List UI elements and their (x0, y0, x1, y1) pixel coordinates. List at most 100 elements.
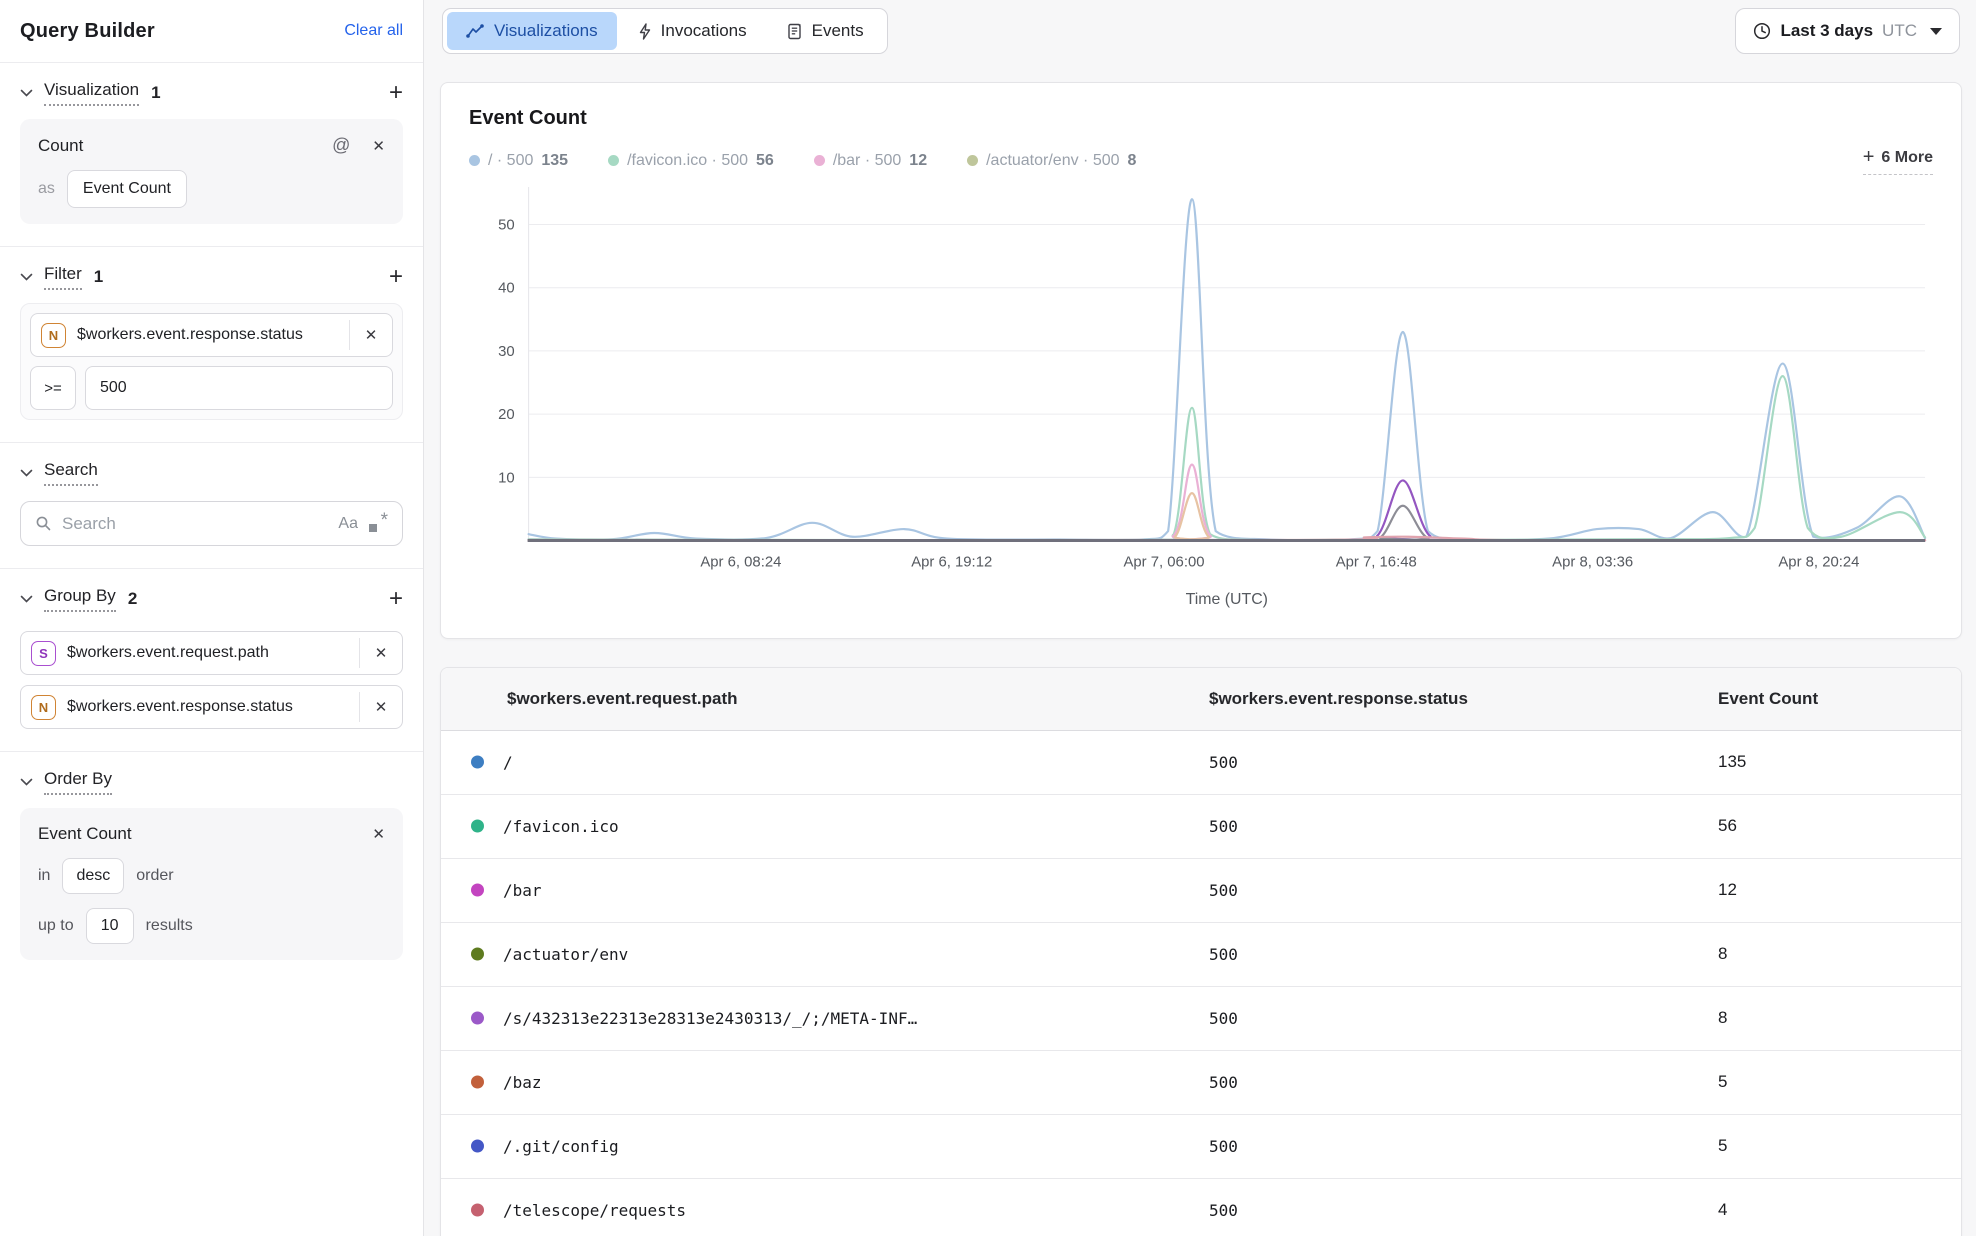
search-section-label[interactable]: Search (44, 460, 98, 486)
cell-request-path: /.git/config (441, 1137, 1209, 1156)
filter-section-label[interactable]: Filter (44, 264, 82, 290)
order-label: order (136, 867, 173, 885)
chart-title: Event Count (469, 107, 1933, 130)
table-row[interactable]: /favicon.ico50056 (441, 795, 1961, 859)
cell-response-status: 500 (1209, 817, 1718, 836)
match-case-icon[interactable]: Aa (338, 515, 358, 533)
table-row[interactable]: /bar50012 (441, 859, 1961, 923)
tab-events[interactable]: Events (768, 12, 883, 50)
lightning-icon (638, 23, 652, 40)
legend-item[interactable]: /actuator/env · 500 8 (967, 152, 1136, 170)
string-type-badge: S (31, 641, 56, 666)
in-label: in (38, 867, 50, 885)
chevron-down-icon[interactable] (20, 273, 34, 281)
clear-all-button[interactable]: Clear all (344, 22, 403, 40)
search-box: Aa * (20, 501, 403, 546)
visualization-alias-field[interactable]: Event Count (67, 170, 187, 208)
search-icon (35, 515, 52, 532)
svg-text:30: 30 (498, 344, 515, 360)
table-row[interactable]: /baz5005 (441, 1051, 1961, 1115)
series-color-dot (471, 1204, 484, 1217)
legend-dot (967, 155, 978, 166)
table-row[interactable]: /actuator/env5008 (441, 923, 1961, 987)
svg-text:40: 40 (498, 281, 515, 297)
series-color-dot (471, 1076, 484, 1089)
remove-group-by-icon[interactable]: ✕ (360, 698, 402, 716)
column-header-count: Event Count (1718, 689, 1961, 709)
svg-text:Apr 7, 16:48: Apr 7, 16:48 (1336, 554, 1417, 570)
search-section: Search Aa * (0, 443, 423, 569)
legend-dot (469, 155, 480, 166)
table-row[interactable]: /500135 (441, 731, 1961, 795)
trend-icon (466, 24, 485, 39)
filter-value-input[interactable] (85, 366, 393, 410)
chevron-down-icon[interactable] (20, 89, 34, 97)
order-direction-select[interactable]: desc (62, 858, 124, 894)
visualization-card: Count @ ✕ as Event Count (20, 119, 403, 224)
as-label: as (38, 180, 55, 198)
svg-text:Apr 8, 03:36: Apr 8, 03:36 (1552, 554, 1633, 570)
number-type-badge: N (31, 695, 56, 720)
add-filter-button[interactable]: + (389, 267, 403, 287)
cell-request-path: /s/432313e22313e28313e2430313/_/;/META-I… (441, 1009, 1209, 1028)
legend-more-button[interactable]: + 6 More (1863, 146, 1933, 175)
view-tabs: VisualizationsInvocationsEvents (442, 8, 888, 54)
at-icon[interactable]: @ (332, 135, 350, 156)
legend-item[interactable]: /favicon.ico · 500 56 (608, 152, 774, 170)
chevron-down-icon[interactable] (20, 778, 34, 786)
group-by-count: 2 (128, 589, 137, 609)
series-color-dot (471, 820, 484, 833)
order-by-section-label[interactable]: Order By (44, 769, 112, 795)
visualization-section: Visualization 1 + Count @ ✕ as Event Cou… (0, 63, 423, 247)
chevron-down-icon[interactable] (20, 595, 34, 603)
add-visualization-button[interactable]: + (389, 83, 403, 103)
tab-visualizations[interactable]: Visualizations (447, 12, 617, 50)
table-header: $workers.event.request.path $workers.eve… (441, 668, 1961, 731)
table-row[interactable]: /.git/config5005 (441, 1115, 1961, 1179)
filter-operator-select[interactable]: >= (30, 366, 76, 410)
visualization-function-label[interactable]: Count (38, 136, 83, 156)
number-type-badge: N (41, 323, 66, 348)
remove-visualization-icon[interactable]: ✕ (372, 137, 385, 155)
cell-response-status: 500 (1209, 753, 1718, 772)
filter-section: Filter 1 + N $workers.event.response.sta… (0, 247, 423, 443)
legend-dot (608, 155, 619, 166)
tab-invocations[interactable]: Invocations (619, 12, 766, 50)
group-by-field-row[interactable]: N$workers.event.response.status✕ (20, 685, 403, 729)
series-color-dot (471, 1012, 484, 1025)
remove-filter-icon[interactable]: ✕ (350, 326, 392, 344)
cell-response-status: 500 (1209, 1137, 1718, 1156)
filter-field-row[interactable]: N $workers.event.response.status ✕ (30, 313, 393, 357)
cell-request-path: /telescope/requests (441, 1201, 1209, 1220)
time-range-button[interactable]: Last 3 days UTC (1735, 8, 1960, 54)
svg-text:Apr 8, 20:24: Apr 8, 20:24 (1778, 554, 1859, 570)
legend-item[interactable]: /bar · 500 12 (814, 152, 927, 170)
time-range-label: Last 3 days (1780, 21, 1873, 41)
cell-event-count: 135 (1718, 752, 1961, 772)
search-input[interactable] (62, 514, 328, 534)
regex-icon[interactable]: * (368, 514, 388, 534)
remove-order-by-icon[interactable]: ✕ (372, 825, 385, 843)
results-label: results (146, 917, 193, 935)
cell-request-path: /baz (441, 1073, 1209, 1092)
group-by-field-name: $workers.event.request.path (67, 644, 359, 662)
limit-input[interactable] (86, 908, 134, 944)
visualization-section-label[interactable]: Visualization (44, 80, 139, 106)
legend-item[interactable]: / · 500 135 (469, 152, 568, 170)
cell-event-count: 8 (1718, 1008, 1961, 1028)
group-by-section-label[interactable]: Group By (44, 586, 116, 612)
series-color-dot (471, 948, 484, 961)
cell-response-status: 500 (1209, 1201, 1718, 1220)
order-by-section: Order By Event Count ✕ in desc order up … (0, 752, 423, 982)
table-row[interactable]: /telescope/requests5004 (441, 1179, 1961, 1236)
series-color-dot (471, 884, 484, 897)
chevron-down-icon[interactable] (20, 469, 34, 477)
table-row[interactable]: /s/432313e22313e28313e2430313/_/;/META-I… (441, 987, 1961, 1051)
cell-response-status: 500 (1209, 945, 1718, 964)
remove-group-by-icon[interactable]: ✕ (360, 644, 402, 662)
svg-text:Time (UTC): Time (UTC) (1186, 591, 1268, 608)
group-by-field-row[interactable]: S $workers.event.request.path✕ (20, 631, 403, 675)
main-content: VisualizationsInvocationsEvents Last 3 d… (424, 0, 1976, 1236)
column-header-status: $workers.event.response.status (1209, 689, 1718, 709)
add-group-by-button[interactable]: + (389, 589, 403, 609)
